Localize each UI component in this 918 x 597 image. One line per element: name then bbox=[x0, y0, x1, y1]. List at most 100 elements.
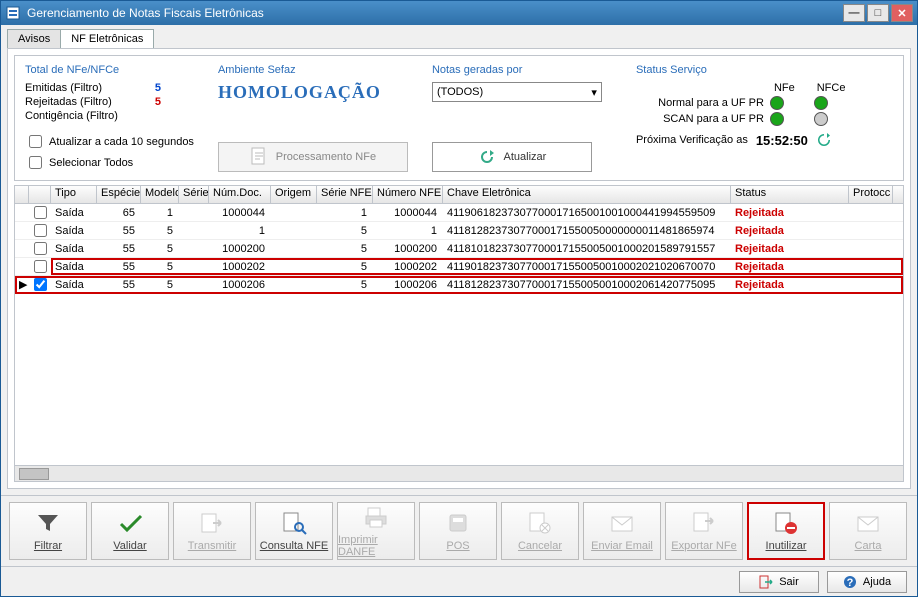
ambiente-value: HOMOLOGAÇÃO bbox=[218, 82, 408, 103]
summary-panel: Total de NFe/NFCe Emitidas (Filtro)5 Rej… bbox=[14, 55, 904, 181]
status-heading: Status Serviço bbox=[636, 64, 707, 76]
minimize-button[interactable]: — bbox=[843, 4, 865, 22]
contigencia-label: Contigência (Filtro) bbox=[25, 110, 135, 122]
pos-icon bbox=[444, 510, 472, 536]
emitidas-count: 5 bbox=[143, 82, 161, 94]
row-checkbox[interactable] bbox=[29, 275, 51, 294]
app-icon bbox=[5, 5, 21, 21]
table-row[interactable]: Saída55510002025100020241190182373077000… bbox=[15, 258, 903, 276]
gerador-heading: Notas geradas por bbox=[432, 64, 612, 76]
status-row2-label: SCAN para a UF PR bbox=[636, 113, 764, 125]
void-icon bbox=[772, 510, 800, 536]
grid-body[interactable]: Saída65110000441100004441190618237307700… bbox=[15, 204, 903, 465]
tab-nf-eletronicas[interactable]: NF Eletrônicas bbox=[60, 29, 154, 48]
nfe-grid: Tipo Espécie Modelo Série Núm.Doc. Orige… bbox=[14, 185, 904, 482]
status-badge: Rejeitada bbox=[731, 279, 849, 291]
table-row[interactable]: ▶Saída5551000206510002064118128237307700… bbox=[15, 276, 903, 294]
col-protocolo[interactable]: Protocc bbox=[849, 186, 893, 203]
sair-button[interactable]: Sair bbox=[739, 571, 819, 593]
pos-button[interactable]: POS bbox=[419, 502, 497, 560]
exit-icon bbox=[759, 575, 773, 589]
letter-icon bbox=[854, 510, 882, 536]
inutilizar-button[interactable]: Inutilizar bbox=[747, 502, 825, 560]
imprimir-button[interactable]: Imprimir DANFE bbox=[337, 502, 415, 560]
atualizar-button[interactable]: Atualizar bbox=[432, 142, 592, 172]
ambiente-group: Ambiente Sefaz HOMOLOGAÇÃO Processamento… bbox=[218, 64, 408, 172]
row-indicator: ▶ bbox=[15, 278, 29, 291]
transmitir-button[interactable]: Transmitir bbox=[173, 502, 251, 560]
table-row[interactable]: Saída55510002005100020041181018237307700… bbox=[15, 240, 903, 258]
col-tipo[interactable]: Tipo bbox=[51, 186, 97, 203]
row-checkbox[interactable] bbox=[29, 239, 51, 258]
col-status[interactable]: Status bbox=[731, 186, 849, 203]
row-checkbox[interactable] bbox=[29, 257, 51, 276]
auto-refresh-checkbox[interactable]: Atualizar a cada 10 segundos bbox=[25, 132, 194, 151]
col-especie[interactable]: Espécie bbox=[97, 186, 141, 203]
send-icon bbox=[198, 510, 226, 536]
col-chave[interactable]: Chave Eletrônica bbox=[443, 186, 731, 203]
ajuda-button[interactable]: ?Ajuda bbox=[827, 571, 907, 593]
search-doc-icon bbox=[280, 510, 308, 536]
gerador-group: Notas geradas por (TODOS) ▾ Atualizar bbox=[432, 64, 612, 172]
select-all-checkbox[interactable]: Selecionar Todos bbox=[25, 153, 194, 172]
status-badge: Rejeitada bbox=[731, 243, 849, 255]
col-numnfe[interactable]: Número NFE bbox=[373, 186, 443, 203]
col-numdoc[interactable]: Núm.Doc. bbox=[209, 186, 271, 203]
maximize-button[interactable]: □ bbox=[867, 4, 889, 22]
col-origem[interactable]: Origem bbox=[271, 186, 317, 203]
emitidas-label: Emitidas (Filtro) bbox=[25, 82, 135, 94]
status-row1-label: Normal para a UF PR bbox=[636, 97, 764, 109]
status-badge: Rejeitada bbox=[731, 261, 849, 273]
table-row[interactable]: Saída55515141181282373077000171550050000… bbox=[15, 222, 903, 240]
status-badge: Rejeitada bbox=[731, 225, 849, 237]
processamento-button[interactable]: Processamento NFe bbox=[218, 142, 408, 172]
status-light-nfe-scan bbox=[770, 112, 784, 126]
col-modelo[interactable]: Modelo bbox=[141, 186, 179, 203]
carta-button[interactable]: Carta bbox=[829, 502, 907, 560]
main-window: Gerenciamento de Notas Fiscais Eletrônic… bbox=[0, 0, 918, 597]
svg-text:?: ? bbox=[847, 577, 854, 589]
grid-header: Tipo Espécie Modelo Série Núm.Doc. Orige… bbox=[15, 186, 903, 204]
enviar-email-button[interactable]: Enviar Email bbox=[583, 502, 661, 560]
row-checkbox[interactable] bbox=[29, 204, 51, 222]
cancelar-button[interactable]: Cancelar bbox=[501, 502, 579, 560]
status-cols: NFe NFCe bbox=[774, 82, 846, 94]
status-group: Status Serviço NFe NFCe Normal para a UF… bbox=[636, 64, 893, 172]
print-icon bbox=[362, 504, 390, 530]
verify-time: 15:52:50 bbox=[756, 133, 808, 148]
validar-button[interactable]: Validar bbox=[91, 502, 169, 560]
horizontal-scrollbar[interactable] bbox=[15, 465, 903, 481]
cancel-doc-icon bbox=[526, 510, 554, 536]
tab-avisos[interactable]: Avisos bbox=[7, 29, 61, 48]
filtrar-button[interactable]: Filtrar bbox=[9, 502, 87, 560]
footer: Sair ?Ajuda bbox=[1, 566, 917, 596]
rejeitadas-label: Rejeitadas (Filtro) bbox=[25, 96, 135, 108]
status-light-nfce-scan bbox=[814, 112, 828, 126]
rejeitadas-count: 5 bbox=[143, 96, 161, 108]
window-controls: — □ ✕ bbox=[843, 4, 913, 22]
status-badge: Rejeitada bbox=[731, 207, 849, 219]
contigencia-count bbox=[143, 110, 161, 122]
totals-group: Total de NFe/NFCe Emitidas (Filtro)5 Rej… bbox=[25, 64, 194, 172]
status-light-nfce-normal bbox=[814, 96, 828, 110]
document-icon bbox=[250, 147, 268, 167]
action-toolbar: Filtrar Validar Transmitir Consulta NFE … bbox=[1, 495, 917, 566]
help-icon: ? bbox=[843, 575, 857, 589]
row-checkbox[interactable] bbox=[29, 221, 51, 240]
chevron-down-icon: ▾ bbox=[591, 86, 597, 99]
funnel-icon bbox=[34, 510, 62, 536]
exportar-button[interactable]: Exportar NFe bbox=[665, 502, 743, 560]
titlebar: Gerenciamento de Notas Fiscais Eletrônic… bbox=[1, 1, 917, 25]
col-serie[interactable]: Série bbox=[179, 186, 209, 203]
tab-bar: Avisos NF Eletrônicas bbox=[1, 25, 917, 48]
check-icon bbox=[116, 510, 144, 536]
col-serienfe[interactable]: Série NFE bbox=[317, 186, 373, 203]
consulta-button[interactable]: Consulta NFE bbox=[255, 502, 333, 560]
ambiente-heading: Ambiente Sefaz bbox=[218, 64, 408, 76]
table-row[interactable]: Saída65110000441100004441190618237307700… bbox=[15, 204, 903, 222]
gerador-select[interactable]: (TODOS) ▾ bbox=[432, 82, 602, 102]
mail-icon bbox=[608, 510, 636, 536]
refresh-status-icon[interactable] bbox=[816, 132, 832, 148]
close-button[interactable]: ✕ bbox=[891, 4, 913, 22]
status-light-nfe-normal bbox=[770, 96, 784, 110]
